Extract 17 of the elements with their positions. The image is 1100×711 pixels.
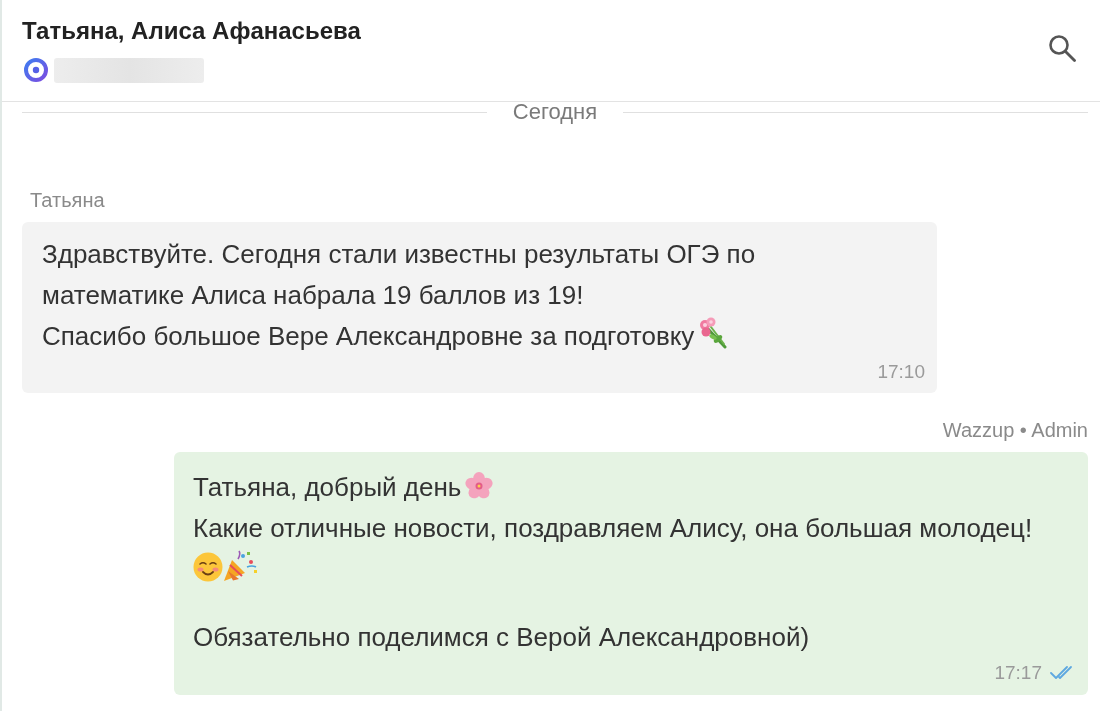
message-text: Здравствуйте. Сегодня стали известны результаты ОГЭ по математике Алиса набрала 19 баллов из 19! bbox=[42, 239, 756, 310]
sender-name: Wazzup • Admin bbox=[942, 419, 1088, 441]
smiling-face-icon bbox=[193, 552, 223, 582]
search-icon[interactable] bbox=[1048, 34, 1076, 62]
flower-bouquet-icon bbox=[698, 317, 729, 349]
message-text: Какие отличные новости, поздравляем Алису, она большая молодец! bbox=[193, 513, 1033, 543]
message-time: 17:17 bbox=[994, 663, 1042, 683]
message-time: 17:10 bbox=[877, 362, 925, 382]
sender-name: Татьяна bbox=[29, 189, 105, 211]
message-text: Татьяна, добрый день bbox=[193, 472, 462, 502]
party-popper-icon bbox=[223, 550, 259, 582]
chat-title: Татьяна, Алиса Афанасьева bbox=[22, 17, 361, 45]
message-text: Спасибо большое Вере Александровне за подготовку bbox=[42, 321, 695, 351]
message-text: Обязательно поделимся с Верой Александровной) bbox=[193, 622, 810, 652]
date-label: Сегодня bbox=[512, 102, 598, 122]
blossom-icon bbox=[465, 472, 494, 500]
circle-dot-icon bbox=[24, 58, 48, 82]
